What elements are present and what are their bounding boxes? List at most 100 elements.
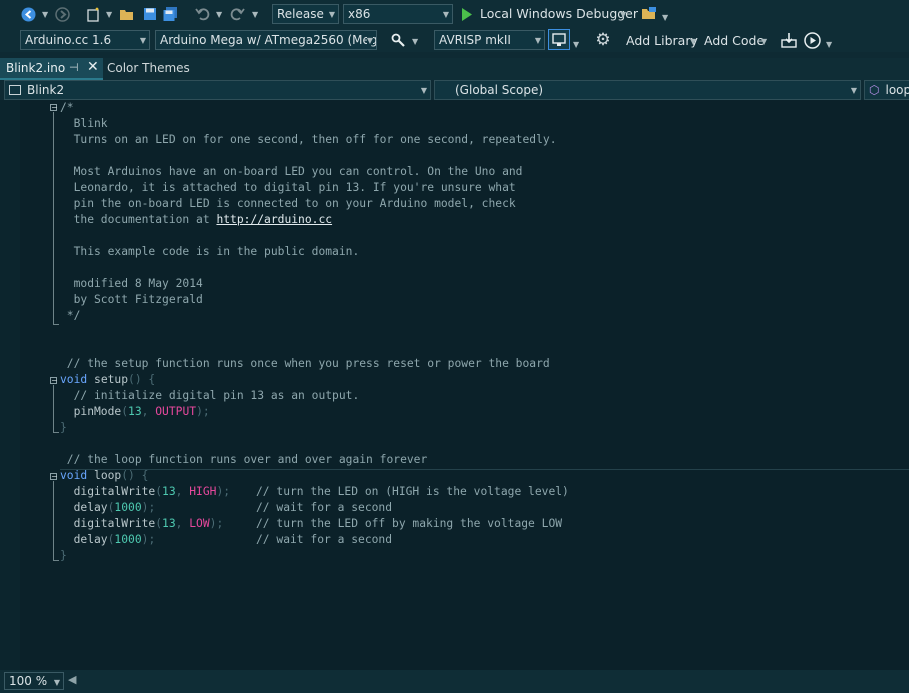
code-comment: // turn the LED off by making the voltag… [256,517,563,530]
toolbar2-overflow-icon[interactable]: ▼ [826,40,832,49]
scope-select[interactable]: (Global Scope) ▼ [434,80,861,100]
code-line: by Scott Fitzgerald [60,293,203,306]
add-code-button[interactable]: Add Code [704,33,764,48]
redo-dropdown-icon[interactable]: ▼ [252,10,258,19]
play-circle-icon[interactable] [803,31,821,49]
code-punct: ); [196,405,210,418]
board-select[interactable]: Arduino Mega w/ ATmega2560 (Mega ▼ [155,30,377,50]
code-line: Leonardo, it is attached to digital pin … [60,181,516,194]
chevron-down-icon: ▼ [442,10,449,19]
code-line: digitalWrite(13, HIGH); [60,484,230,500]
port-dropdown-icon[interactable]: ▼ [573,40,579,49]
code-punct: ); [141,501,156,514]
ide-version-value: Arduino.cc 1.6 [25,33,112,47]
code-punct: () { [128,373,156,386]
code-line: pinMode(13, OUTPUT); [60,404,210,420]
upload-icon[interactable] [780,31,798,49]
close-icon[interactable]: ✕ [87,59,99,75]
code-line: void loop() { [60,468,148,484]
add-library-button[interactable]: Add Library [626,33,698,48]
code-keyword: void [60,373,88,386]
code-punct: , [141,405,156,418]
code-line: } [60,549,67,562]
scroll-left-icon[interactable]: ◀ [68,673,76,686]
collapse-icon[interactable]: − [50,104,58,112]
code-line: // the setup function runs once when you… [60,357,550,370]
current-line-highlight [60,469,909,470]
toolbar-overflow-icon[interactable]: ▼ [662,13,668,22]
save-all-icon[interactable] [163,6,179,22]
ide-version-select[interactable]: Arduino.cc 1.6 ▼ [20,30,150,50]
start-debug-icon[interactable] [460,6,474,22]
browse-folder-icon[interactable] [640,5,658,21]
platform-select[interactable]: x86 ▼ [343,4,453,24]
save-icon[interactable] [142,6,158,22]
chevron-down-icon: ▼ [850,86,857,95]
code-line: // initialize digital pin 13 as an outpu… [60,389,360,402]
code-number: 13 [128,405,142,418]
code-constant: OUTPUT [155,405,197,418]
toolbar-arduino: Arduino.cc 1.6 ▼ Arduino Mega w/ ATmega2… [0,28,909,52]
code-punct: ( [155,485,163,498]
code-line: } [60,421,67,434]
code-line: pin the on-board LED is connected to on … [60,197,516,210]
debugger-dropdown-icon[interactable]: ▼ [620,10,626,19]
chevron-down-icon: ▼ [534,36,541,45]
chevron-down-icon: ▼ [53,678,60,687]
documentation-link[interactable]: http://arduino.cc [216,213,332,226]
code-comment: // wait for a second [256,501,393,514]
code-function: loop [87,469,122,482]
zoom-select[interactable]: 100 % ▼ [4,672,64,690]
outline-guide [53,481,54,560]
code-punct: ); [141,533,156,546]
programmer-select[interactable]: AVRISP mkII ▼ [434,30,545,50]
code-line: // the loop function runs over and over … [60,453,428,466]
back-dropdown-icon[interactable]: ▼ [42,10,48,19]
new-project-icon[interactable] [85,6,101,22]
back-icon[interactable] [20,6,36,22]
add-library-dropdown-icon[interactable]: ▼ [690,37,696,46]
add-code-dropdown-icon[interactable]: ▼ [761,37,767,46]
member-select[interactable]: ⬡ loop [864,80,909,100]
undo-icon[interactable] [194,5,210,21]
port-icon[interactable] [548,29,570,50]
collapse-icon[interactable]: − [50,473,58,481]
collapse-icon[interactable]: − [50,377,58,385]
code-editor[interactable]: − /* Blink Turns on an LED on for one se… [0,100,909,670]
code-keyword: void [60,469,88,482]
code-function: delay [60,533,108,546]
tab-blink2[interactable]: Blink2.ino ⊣ ✕ [0,58,103,80]
file-select[interactable]: Blink2 ▼ [4,80,431,100]
code-number: 1000 [114,501,142,514]
code-punct: , [175,517,190,530]
tab-color-themes[interactable]: Color Themes [107,61,190,75]
new-dropdown-icon[interactable]: ▼ [106,10,112,19]
pin-icon[interactable]: ⊣ [69,61,79,74]
undo-dropdown-icon[interactable]: ▼ [216,10,222,19]
code-punct: ); [216,485,231,498]
chevron-down-icon: ▼ [420,86,427,95]
open-folder-icon[interactable] [119,6,135,22]
code-line: the documentation at http://arduino.cc [60,212,332,228]
code-line: void setup() { [60,372,155,388]
toolbar-primary: ▼ ▼ ▼ ▼ Release ▼ x86 ▼ Local Windows De… [0,0,909,28]
board-value: Arduino Mega w/ ATmega2560 (Mega [160,33,377,47]
outline-guide-end [53,324,59,325]
code-line: delay(1000); [60,500,156,516]
platform-value: x86 [348,7,371,21]
code-function: digitalWrite [60,485,156,498]
serial-monitor-icon[interactable] [390,32,406,48]
forward-icon[interactable] [54,6,70,22]
editor-status-bar: 100 % ▼ ◀ [0,670,909,693]
code-punct: , [175,485,190,498]
gear-icon[interactable]: ⚙ [594,31,612,49]
code-number: 1000 [114,533,142,546]
code-constant: LOW [189,517,210,530]
outline-guide-end [53,560,59,561]
start-debugger-button[interactable]: Local Windows Debugger [480,6,638,21]
configuration-select[interactable]: Release ▼ [272,4,339,24]
code-text: the documentation at [60,213,217,226]
serial-dropdown-icon[interactable]: ▼ [412,37,418,46]
code-line: modified 8 May 2014 [60,277,203,290]
redo-icon[interactable] [229,5,245,21]
